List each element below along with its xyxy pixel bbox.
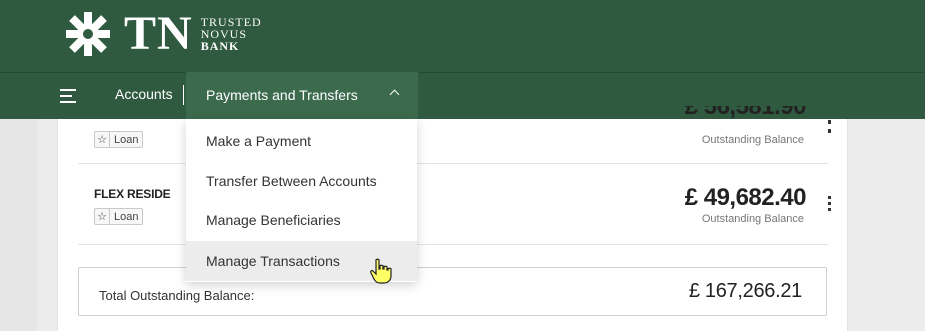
- nav-separator: [183, 85, 184, 105]
- outstanding-balance-label: Outstanding Balance: [701, 134, 804, 146]
- more-options-icon[interactable]: [828, 120, 832, 136]
- hand-pointer-cursor-icon: [370, 258, 392, 284]
- hamburger-menu-icon[interactable]: [60, 87, 80, 105]
- page-background-left: [0, 119, 37, 331]
- menu-item-manage-beneficiaries[interactable]: Manage Beneficiaries: [186, 200, 417, 240]
- logo-words: TRUSTED NOVUS BANK: [201, 16, 262, 52]
- total-label: Total Outstanding Balance:: [99, 288, 255, 303]
- logo-line-bank: BANK: [200, 39, 240, 53]
- star-icon[interactable]: ☆: [95, 132, 110, 147]
- page-background-right: [850, 119, 925, 331]
- menu-item-transfer-between-accounts[interactable]: Transfer Between Accounts: [186, 161, 417, 201]
- nav-payments-menu[interactable]: Payments and Transfers: [186, 72, 418, 119]
- star-icon[interactable]: ☆: [95, 209, 110, 224]
- logo-snowflake-icon: [66, 12, 110, 56]
- account-amount: £ 49,682.40: [684, 184, 807, 211]
- account-amount-clipped: £ 56,581.90: [620, 106, 810, 132]
- outstanding-balance-label: Outstanding Balance: [701, 213, 804, 225]
- nav-accounts-link[interactable]: Accounts: [115, 86, 173, 102]
- more-options-icon[interactable]: [828, 196, 832, 214]
- total-value: £ 167,266.21: [688, 280, 802, 302]
- chevron-up-icon: [389, 89, 400, 100]
- logo-abbr: TN: [124, 7, 193, 60]
- account-name[interactable]: FLEX RESIDE: [94, 187, 171, 201]
- nav-payments-label: Payments and Transfers: [206, 87, 358, 103]
- account-type-badge: ☆ Loan: [94, 131, 144, 148]
- menu-item-make-payment[interactable]: Make a Payment: [186, 121, 417, 161]
- account-amount: £ 56,581.90: [684, 106, 807, 120]
- account-type-badge: ☆ Loan: [94, 208, 144, 225]
- bank-logo[interactable]: TN TRUSTED NOVUS BANK: [62, 8, 262, 60]
- account-type-label: Loan: [114, 210, 139, 223]
- account-type-label: Loan: [114, 133, 139, 146]
